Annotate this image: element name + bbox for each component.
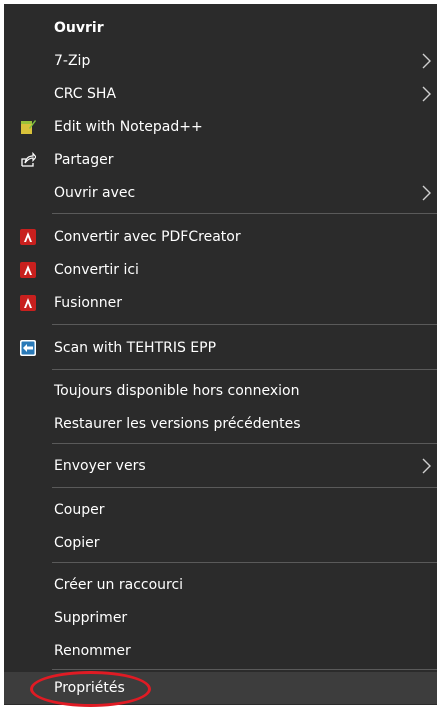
- menu-item-convertir-ici[interactable]: Convertir ici: [4, 254, 437, 286]
- menu-item-label: Ouvrir avec: [54, 185, 136, 201]
- menu-separator: [52, 562, 437, 563]
- chevron-right-icon: [422, 53, 431, 69]
- menu-item-label: Partager: [54, 152, 114, 168]
- menu-item-supprimer[interactable]: Supprimer: [4, 602, 437, 634]
- menu-item-fusionner[interactable]: Fusionner: [4, 287, 437, 319]
- menu-item-convertir-pdfcreator[interactable]: Convertir avec PDFCreator: [4, 221, 437, 253]
- menu-item-crc-sha[interactable]: CRC SHA: [4, 78, 437, 110]
- notepad-plus-plus-icon: [21, 120, 36, 134]
- menu-item-restaurer-versions[interactable]: Restaurer les versions précédentes: [4, 408, 437, 440]
- menu-item-toujours-disponible[interactable]: Toujours disponible hors connexion: [4, 375, 437, 407]
- menu-item-label: Toujours disponible hors connexion: [54, 383, 300, 399]
- menu-item-label: Renommer: [54, 643, 131, 659]
- menu-item-label: Edit with Notepad++: [54, 119, 203, 135]
- pdfcreator-icon: [20, 229, 36, 245]
- menu-separator: [52, 213, 437, 214]
- menu-separator: [52, 487, 437, 488]
- menu-item-partager[interactable]: Partager: [4, 144, 437, 176]
- menu-item-label: Convertir avec PDFCreator: [54, 229, 241, 245]
- menu-separator: [52, 443, 437, 444]
- menu-item-label: CRC SHA: [54, 86, 117, 102]
- menu-item-couper[interactable]: Couper: [4, 494, 437, 526]
- menu-item-edit-notepad[interactable]: Edit with Notepad++: [4, 111, 437, 143]
- menu-item-label: Couper: [54, 502, 105, 518]
- menu-item-label: Copier: [54, 535, 100, 551]
- menu-separator: [52, 669, 437, 670]
- menu-item-copier[interactable]: Copier: [4, 527, 437, 559]
- menu-item-renommer[interactable]: Renommer: [4, 635, 437, 667]
- menu-item-label: Créer un raccourci: [54, 577, 184, 593]
- chevron-right-icon: [422, 458, 431, 474]
- menu-item-label: Scan with TEHTRIS EPP: [54, 340, 217, 356]
- menu-item-label: Supprimer: [54, 610, 128, 626]
- menu-item-7zip[interactable]: 7-Zip: [4, 45, 437, 77]
- menu-item-label: Envoyer vers: [54, 458, 146, 474]
- menu-item-envoyer-vers[interactable]: Envoyer vers: [4, 450, 437, 482]
- menu-item-label: Ouvrir: [54, 20, 104, 36]
- menu-item-scan-tehtris[interactable]: Scan with TEHTRIS EPP: [4, 332, 437, 364]
- menu-item-ouvrir[interactable]: Ouvrir: [4, 12, 437, 44]
- menu-item-label: Convertir ici: [54, 262, 139, 278]
- menu-item-ouvrir-avec[interactable]: Ouvrir avec: [4, 177, 437, 209]
- chevron-right-icon: [422, 86, 431, 102]
- chevron-right-icon: [422, 185, 431, 201]
- annotation-circle: [30, 671, 151, 707]
- pdfcreator-icon: [20, 262, 36, 278]
- pdfcreator-icon: [20, 295, 36, 311]
- menu-item-creer-raccourci[interactable]: Créer un raccourci: [4, 569, 437, 601]
- share-icon: [21, 152, 36, 167]
- tehtris-icon: [20, 340, 36, 356]
- menu-item-label: Fusionner: [54, 295, 123, 311]
- context-menu: Ouvrir 7-Zip CRC SHA Edit with Notepad++…: [4, 4, 437, 705]
- menu-separator: [52, 324, 437, 325]
- menu-item-label: Restaurer les versions précédentes: [54, 416, 301, 432]
- menu-separator: [52, 369, 437, 370]
- menu-item-label: 7-Zip: [54, 53, 91, 69]
